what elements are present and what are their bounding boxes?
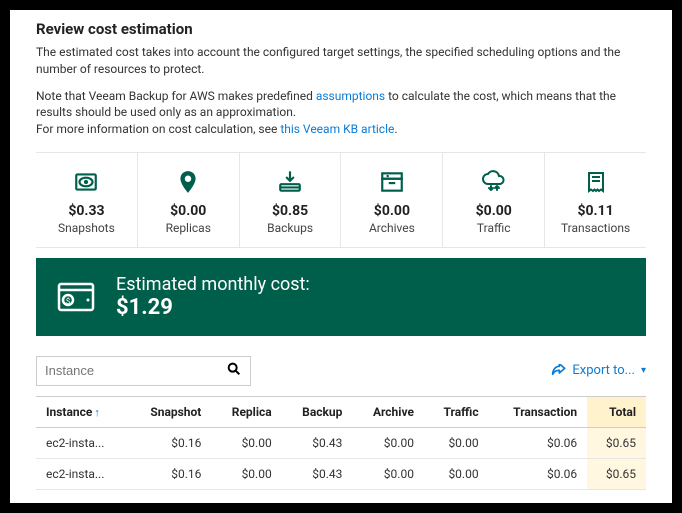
card-label: Transactions [549,221,642,235]
page-title: Review cost estimation [36,20,646,38]
cell-total: $0.65 [587,427,646,458]
cost-cards-row: $0.33 Snapshots $0.00 Replicas $0.85 Bac… [36,152,646,248]
cell-snapshot: $0.16 [128,427,211,458]
svg-text:$: $ [66,297,71,306]
cell-replica: $0.00 [211,427,281,458]
receipt-icon [549,167,642,197]
cost-table: Instance↑ Snapshot Replica Backup Archiv… [36,396,646,490]
cell-archive: $0.00 [352,427,424,458]
col-archive[interactable]: Archive [352,396,424,427]
table-row[interactable]: ec2-insta... $0.16 $0.00 $0.43 $0.00 $0.… [36,427,646,458]
table-row[interactable]: ec2-insta... $0.16 $0.00 $0.43 $0.00 $0.… [36,458,646,489]
card-label: Traffic [447,221,540,235]
cell-traffic: $0.00 [424,458,489,489]
table-header-row: Instance↑ Snapshot Replica Backup Archiv… [36,396,646,427]
search-box[interactable] [36,356,251,386]
col-replica[interactable]: Replica [211,396,281,427]
description-text: The estimated cost takes into account th… [36,44,646,78]
sort-asc-icon: ↑ [94,406,100,419]
card-label: Replicas [142,221,235,235]
card-label: Backups [244,221,337,235]
cell-backup: $0.43 [282,458,353,489]
card-value: $0.11 [549,203,642,219]
card-label: Snapshots [40,221,133,235]
export-label: Export to... [572,363,635,378]
card-transactions: $0.11 Transactions [545,153,646,247]
col-snapshot[interactable]: Snapshot [128,396,211,427]
search-icon[interactable] [226,361,242,381]
card-traffic: $0.00 Traffic [443,153,545,247]
assumptions-link[interactable]: assumptions [316,89,385,103]
export-icon [550,364,566,378]
table-toolbar: Export to... ▾ [36,356,646,386]
col-backup[interactable]: Backup [282,396,353,427]
col-instance[interactable]: Instance↑ [36,396,128,427]
cell-archive: $0.00 [352,458,424,489]
cell-backup: $0.43 [282,427,353,458]
wallet-icon: $ [56,276,98,318]
card-label: Archives [345,221,438,235]
banner-label: Estimated monthly cost: [116,274,310,295]
card-replicas: $0.00 Replicas [138,153,240,247]
banner-text: Estimated monthly cost: $1.29 [116,274,310,320]
note-text: Note that Veeam Backup for AWS makes pre… [36,88,646,138]
card-value: $0.00 [142,203,235,219]
card-value: $0.00 [345,203,438,219]
col-transaction[interactable]: Transaction [489,396,588,427]
chevron-down-icon: ▾ [641,365,646,376]
cloud-traffic-icon [447,167,540,197]
cell-transaction: $0.06 [489,458,588,489]
search-input[interactable] [45,363,226,378]
estimated-cost-banner: $ Estimated monthly cost: $1.29 [36,258,646,336]
card-value: $0.85 [244,203,337,219]
card-snapshots: $0.33 Snapshots [36,153,138,247]
col-total[interactable]: Total [587,396,646,427]
cell-total: $0.65 [587,458,646,489]
card-backups: $0.85 Backups [240,153,342,247]
card-value: $0.00 [447,203,540,219]
cost-estimation-panel: Review cost estimation The estimated cos… [10,10,672,503]
cell-replica: $0.00 [211,458,281,489]
kb-article-link[interactable]: this Veeam KB article [280,122,394,136]
card-value: $0.33 [40,203,133,219]
cell-snapshot: $0.16 [128,458,211,489]
cell-transaction: $0.06 [489,427,588,458]
download-drive-icon [244,167,337,197]
card-archives: $0.00 Archives [341,153,443,247]
archive-box-icon [345,167,438,197]
banner-value: $1.29 [116,295,310,320]
col-traffic[interactable]: Traffic [424,396,489,427]
disk-icon [40,167,133,197]
pin-icon [142,167,235,197]
cell-instance: ec2-insta... [36,427,128,458]
cell-instance: ec2-insta... [36,458,128,489]
export-button[interactable]: Export to... ▾ [550,363,646,378]
cell-traffic: $0.00 [424,427,489,458]
